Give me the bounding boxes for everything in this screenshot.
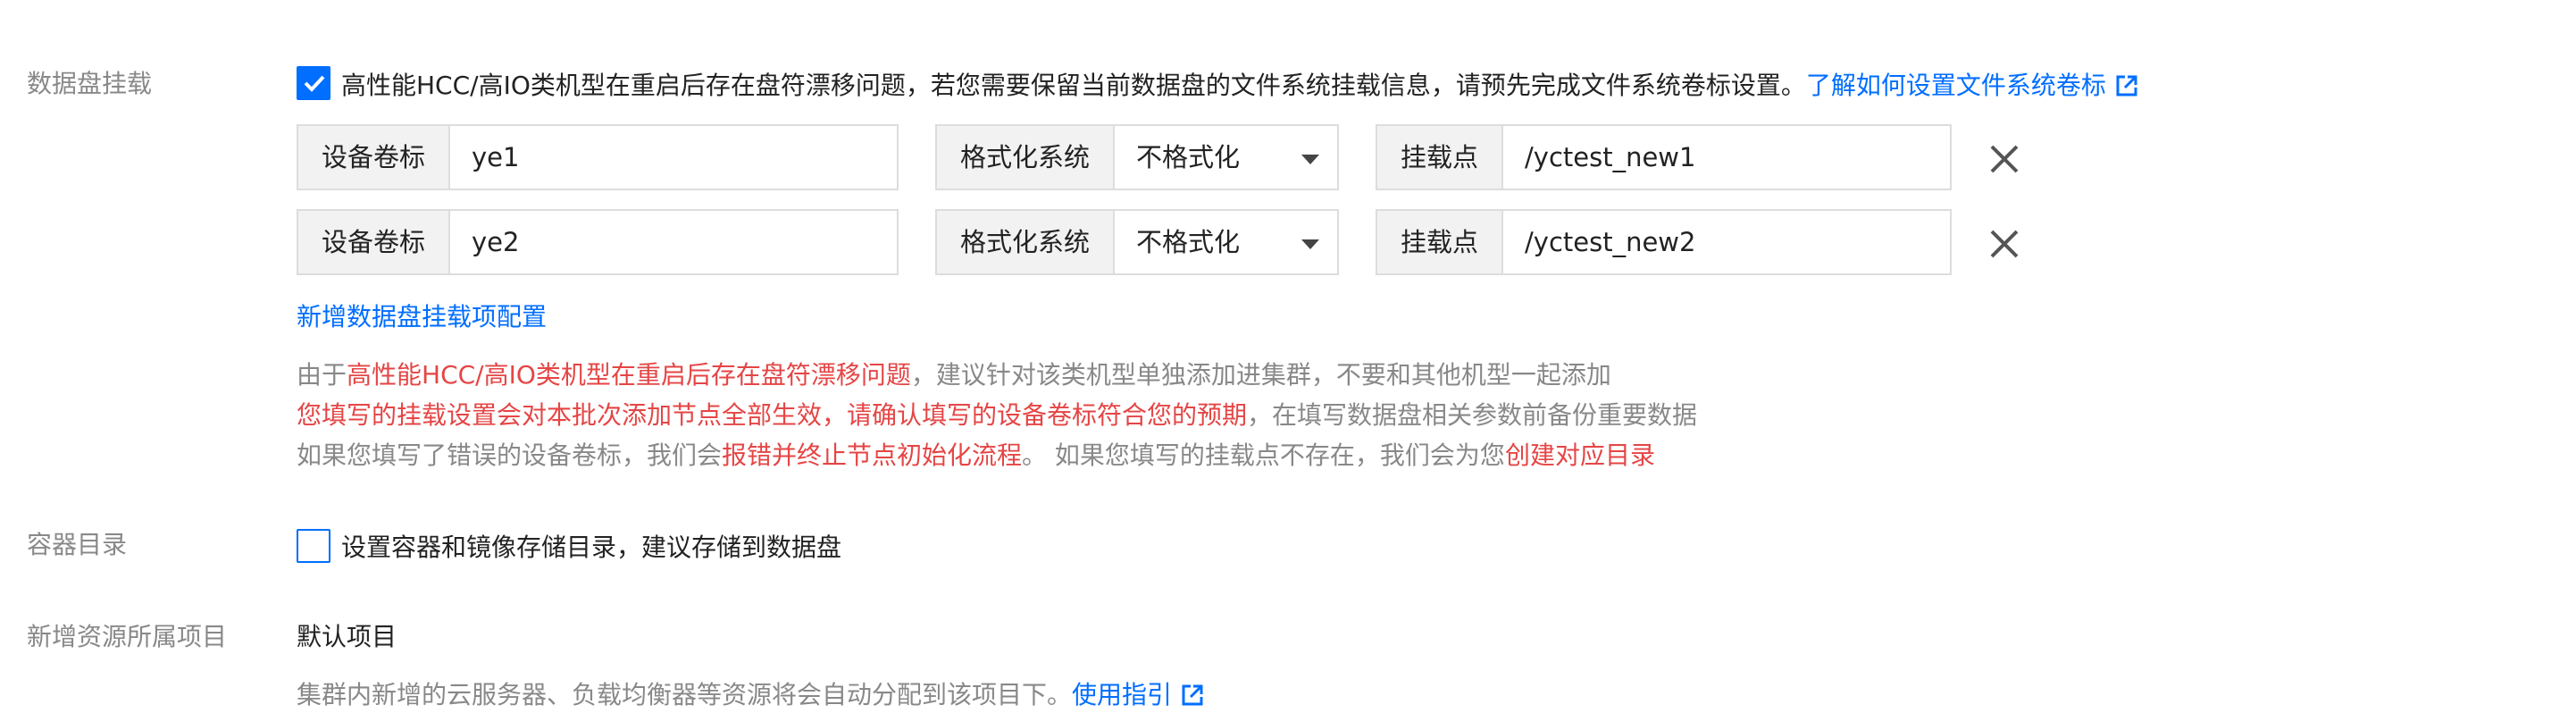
volume-label-addon: 设备卷标 <box>298 211 451 273</box>
checkmark-icon <box>304 75 325 92</box>
project-hint-text: 集群内新增的云服务器、负载均衡器等资源将会自动分配到该项目下。 <box>297 680 1073 709</box>
external-link-icon[interactable] <box>1181 684 1204 707</box>
format-system-value: 不格式化 <box>1136 227 1241 257</box>
notice-text: 高性能HCC/高IO类机型在重启后存在盘符漂移问题，若您需要保留当前数据盘的文件… <box>341 71 1806 100</box>
volume-label-addon: 设备卷标 <box>298 126 451 189</box>
external-link-icon[interactable] <box>2115 74 2138 97</box>
tip-warning: 高性能HCC/高IO类机型在重启后存在盘符漂移问题 <box>347 360 911 390</box>
volume-label-field[interactable]: 设备卷标 ye2 <box>297 209 899 275</box>
volume-label-field[interactable]: 设备卷标 ye1 <box>297 124 899 190</box>
container-dir-label: 容器目录 <box>27 530 128 559</box>
add-mount-config-link[interactable]: 新增数据盘挂载项配置 <box>297 299 547 335</box>
format-system-select[interactable]: 不格式化 <box>1115 126 1337 189</box>
format-system-field[interactable]: 格式化系统 不格式化 <box>935 209 1339 275</box>
notice-line: 高性能HCC/高IO类机型在重启后存在盘符漂移问题，若您需要保留当前数据盘的文件… <box>341 68 2138 104</box>
mount-point-addon: 挂载点 <box>1377 211 1504 273</box>
tip-text: ，在填写数据盘相关参数前备份重要数据 <box>1247 400 1698 430</box>
tip-text: ，建议针对该类机型单独添加进集群，不要和其他机型一起添加 <box>910 360 1611 390</box>
mount-point-input[interactable]: /yctest_new1 <box>1503 126 1950 189</box>
usage-guide-link[interactable]: 使用指引 <box>1072 680 1172 709</box>
format-system-value: 不格式化 <box>1136 142 1241 172</box>
project-hint: 集群内新增的云服务器、负载均衡器等资源将会自动分配到该项目下。使用指引 <box>297 677 1204 713</box>
format-system-select[interactable]: 不格式化 <box>1115 211 1337 273</box>
tip-warning: 您填写的挂载设置会对本批次添加节点全部生效，请确认填写的设备卷标符合您的预期 <box>297 400 1248 430</box>
tip-text: 如果您填写了错误的设备卷标，我们会 <box>297 440 723 470</box>
tip-text: 。 如果您填写的挂载点不存在，我们会为您 <box>1022 440 1505 470</box>
format-system-addon: 格式化系统 <box>937 126 1116 189</box>
mount-point-field[interactable]: 挂载点 /yctest_new2 <box>1376 209 1952 275</box>
mount-point-input[interactable]: /yctest_new2 <box>1503 211 1950 273</box>
format-system-addon: 格式化系统 <box>937 211 1116 273</box>
notice-checkbox[interactable] <box>297 66 330 100</box>
close-icon[interactable] <box>1986 141 2022 177</box>
close-icon[interactable] <box>1986 226 2022 262</box>
project-label: 新增资源所属项目 <box>27 622 228 651</box>
project-value: 默认项目 <box>297 622 397 651</box>
volume-label-input[interactable]: ye2 <box>450 211 897 273</box>
tip-text: 由于 <box>297 360 347 390</box>
tip-line-3: 如果您填写了错误的设备卷标，我们会报错并终止节点初始化流程。 如果您填写的挂载点… <box>297 438 1655 474</box>
caret-down-icon <box>1301 155 1319 164</box>
tip-warning: 报错并终止节点初始化流程 <box>722 440 1023 470</box>
tip-line-2: 您填写的挂载设置会对本批次添加节点全部生效，请确认填写的设备卷标符合您的预期，在… <box>297 398 1697 433</box>
caret-down-icon <box>1301 239 1319 249</box>
data-disk-label: 数据盘挂载 <box>27 69 153 98</box>
volume-label-input[interactable]: ye1 <box>450 126 897 189</box>
container-dir-checkbox[interactable] <box>297 529 330 563</box>
container-dir-text[interactable]: 设置容器和镜像存储目录，建议存储到数据盘 <box>341 530 841 566</box>
mount-point-addon: 挂载点 <box>1377 126 1504 189</box>
tip-warning: 创建对应目录 <box>1504 440 1655 470</box>
notice-link[interactable]: 了解如何设置文件系统卷标 <box>1806 71 2106 100</box>
format-system-field[interactable]: 格式化系统 不格式化 <box>935 124 1339 190</box>
tip-line-1: 由于高性能HCC/高IO类机型在重启后存在盘符漂移问题，建议针对该类机型单独添加… <box>297 357 1611 393</box>
mount-point-field[interactable]: 挂载点 /yctest_new1 <box>1376 124 1952 190</box>
